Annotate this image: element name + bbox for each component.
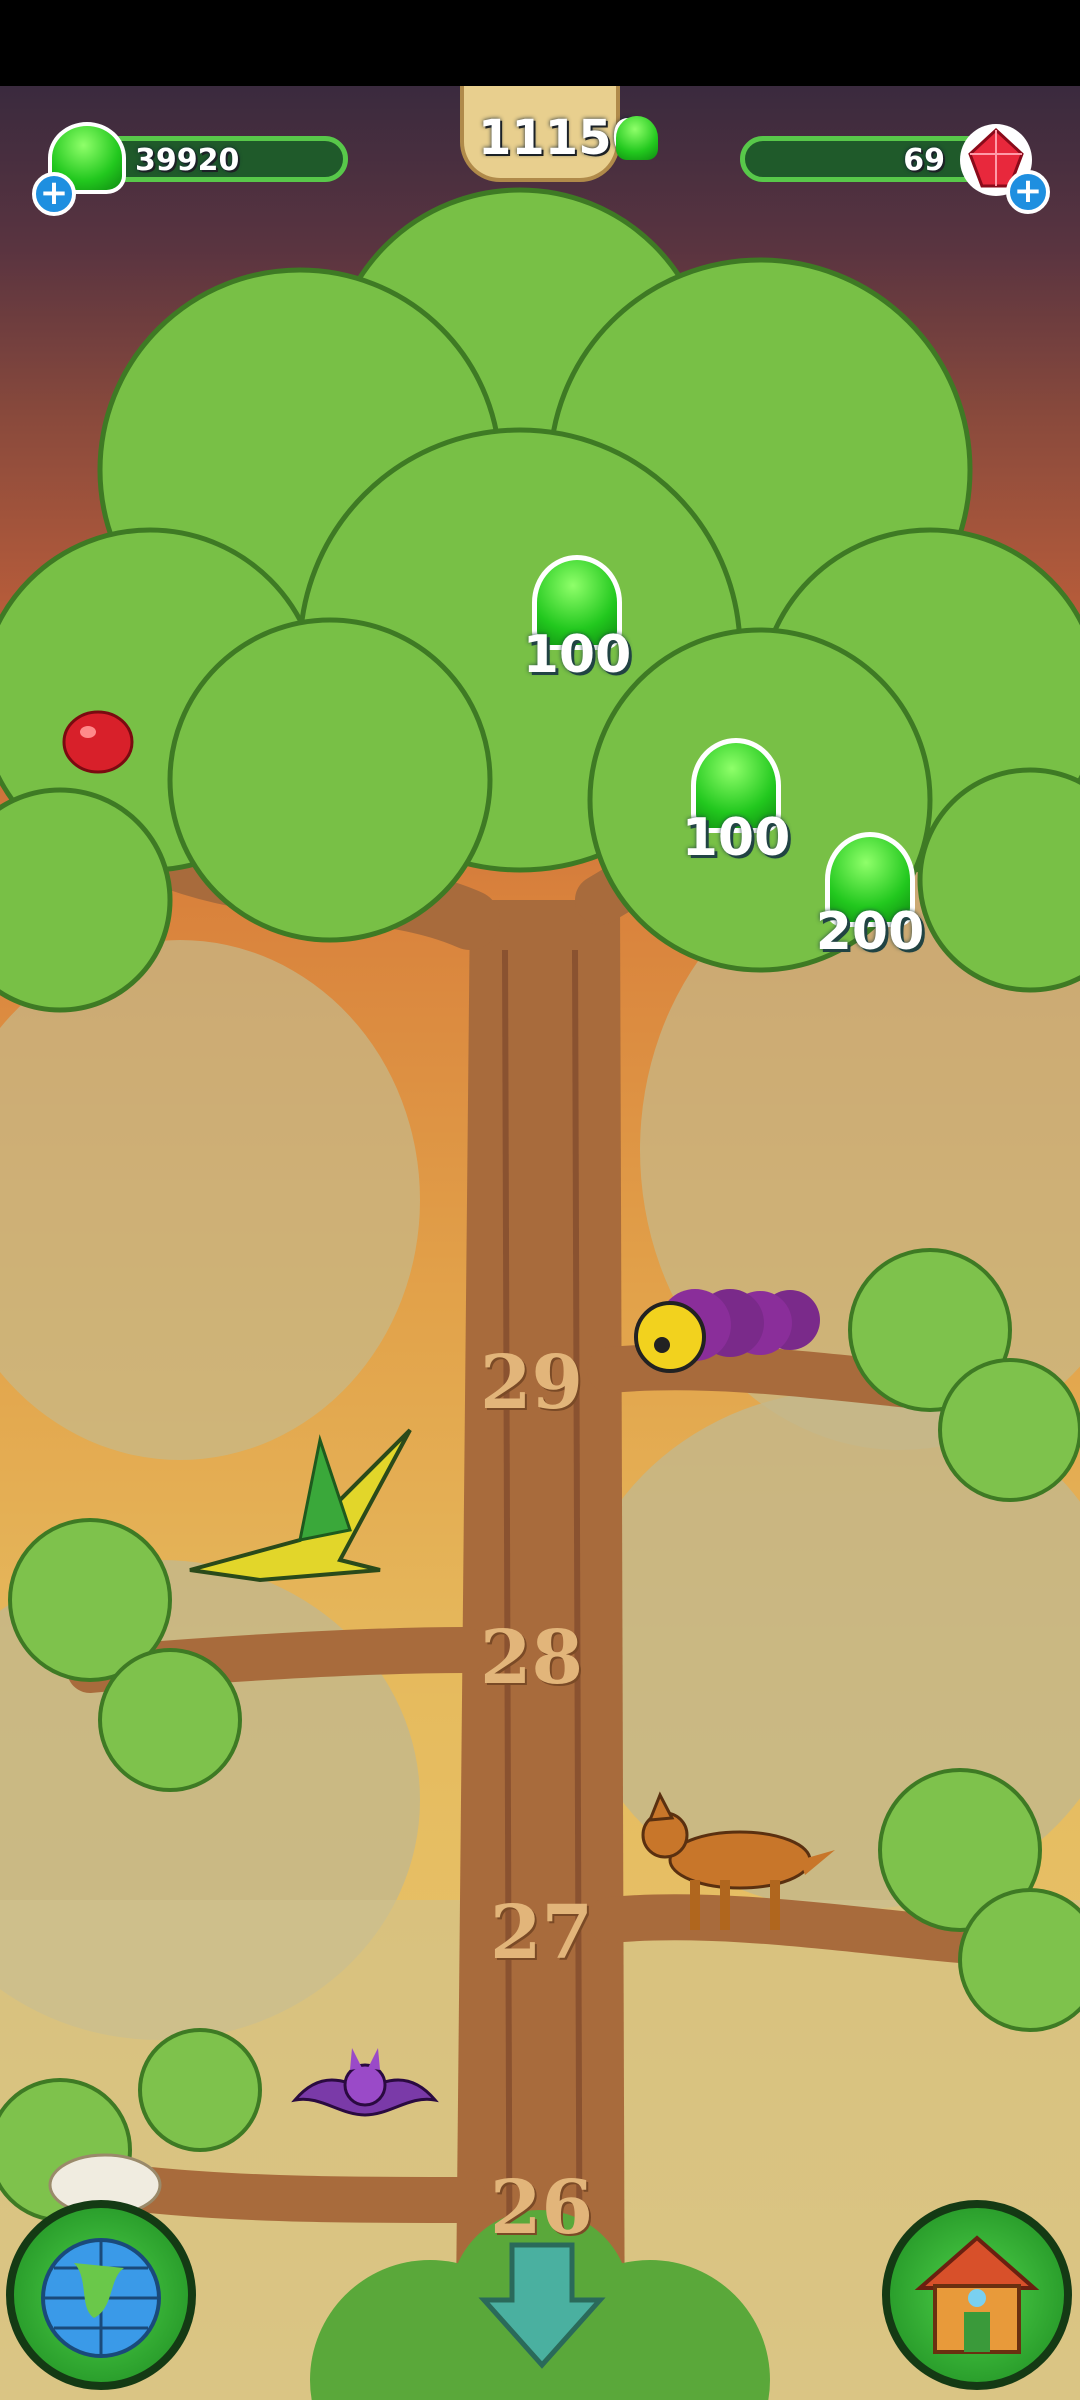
jelly-reward[interactable]: 100 — [682, 738, 790, 868]
green-jelly-icon — [616, 116, 658, 160]
reward-value: 100 — [681, 808, 791, 868]
background-scenery — [0, 187, 1080, 2400]
level-number: 27 — [490, 1890, 593, 1976]
home-button[interactable] — [882, 2200, 1072, 2390]
map-button[interactable] — [6, 2200, 196, 2390]
caterpillar[interactable] — [630, 1265, 830, 1375]
reward-value: 200 — [815, 902, 925, 962]
jelly-reward[interactable]: 100 — [523, 555, 631, 685]
add-gem-button[interactable]: + — [1006, 170, 1050, 214]
gem-count: 69 — [903, 143, 945, 178]
jelly-reward[interactable]: 200 — [816, 832, 924, 962]
jackal[interactable] — [630, 1790, 840, 1940]
purple-bat[interactable] — [290, 2040, 440, 2140]
level-number: 29 — [480, 1340, 583, 1426]
reward-value: 100 — [522, 625, 632, 685]
level-number: 28 — [480, 1615, 583, 1701]
globe-icon — [41, 2238, 161, 2358]
red-fruit[interactable] — [58, 700, 138, 780]
pterodactyl[interactable] — [180, 1420, 420, 1600]
down-arrow-icon — [478, 2242, 606, 2369]
jelly-count: 39920 — [135, 143, 240, 178]
level-number: 26 — [490, 2165, 593, 2251]
game-stage: 29 28 27 26 100 100 200 39920 + 11150 69… — [0, 0, 1080, 2400]
scroll-down-button[interactable] — [478, 2240, 606, 2370]
add-jelly-button[interactable]: + — [32, 172, 76, 216]
house-icon — [914, 2235, 1040, 2354]
